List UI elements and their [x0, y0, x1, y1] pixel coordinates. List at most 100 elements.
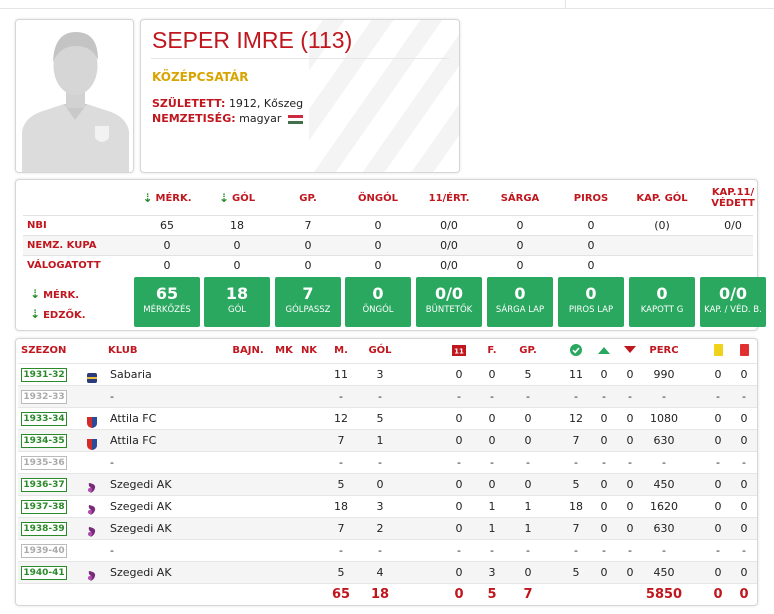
club-name[interactable]: Szegedi AK: [110, 562, 172, 584]
season-cell-r: -: [742, 544, 746, 557]
season-cell-gol: 0: [376, 478, 384, 491]
season-link[interactable]: 1934-35: [21, 434, 67, 448]
season-row: 1939-40 - - - - - - - - - - - -: [18, 539, 757, 561]
season-cell-gp: 0: [524, 412, 532, 425]
season-cell-l: 0: [626, 368, 634, 381]
season-cell-m: -: [339, 544, 343, 557]
stats-cell: 0: [304, 239, 312, 252]
stats-header-2: GP.: [270, 180, 346, 216]
club-col-header: KLUB: [108, 345, 138, 356]
stats-header-label: 11/ÉRT.: [428, 192, 470, 204]
col-header-f: F.: [487, 345, 497, 356]
club-name[interactable]: Szegedi AK: [110, 496, 172, 518]
club-crest-icon: [86, 413, 98, 428]
stats-cell: 0: [374, 259, 382, 272]
stats-cell: 0: [304, 259, 312, 272]
season-cell-f: 1: [488, 522, 496, 535]
stats-cell: 0/0: [724, 219, 742, 232]
stats-cell: 7: [304, 219, 312, 232]
season-cell-gol: 3: [376, 500, 384, 513]
season-cell-perc: 630: [653, 522, 675, 535]
stats-header-0[interactable]: ⇣ MÉRK.: [129, 180, 205, 216]
season-cell-l: 0: [626, 434, 634, 447]
seasons-table: SZEZON KLUB BAJN. MK NK M. GÓL F. GP. PERC 11 1931…: [15, 338, 758, 606]
stats-header-label: GÓL: [231, 192, 256, 204]
season-cell-gol: -: [378, 544, 382, 557]
stat-box: 0/0 BÜNTETŐK: [416, 277, 482, 327]
season-cell-d: -: [602, 456, 606, 469]
stats-header-label: KAP.11/ VÉDETT: [711, 187, 755, 209]
club-name[interactable]: Sabaria: [110, 364, 152, 386]
club-name: -: [110, 390, 114, 403]
club-crest-icon: [86, 479, 98, 493]
season-cell-w: 12: [569, 412, 583, 425]
stats-header-label: PIROS: [573, 192, 609, 204]
season-link[interactable]: 1931-32: [21, 368, 67, 382]
season-row: 1937-38 Szegedi AK 18 3 0 1 1 18 0 0 1620 0 0: [18, 495, 757, 517]
sort-by-coaches-link[interactable]: ⇣ EDZŐK.: [30, 307, 86, 321]
stat-box: 0/0 KAP. / VÉD. B.: [700, 277, 766, 327]
stats-header-1[interactable]: ⇣ GÓL: [199, 180, 275, 216]
season-cell-perc: 630: [653, 434, 675, 447]
season-link[interactable]: 1936-37: [21, 478, 67, 492]
season-cell-l: 0: [626, 500, 634, 513]
club-name[interactable]: Szegedi AK: [110, 474, 172, 496]
season-cell-w: 7: [572, 522, 580, 535]
stat-box-value: 0/0: [434, 284, 464, 303]
season-cell-y: -: [716, 456, 720, 469]
season-cell-perc: 1080: [650, 412, 678, 425]
club-name[interactable]: Attila FC: [110, 430, 156, 452]
season-cell-perc: -: [662, 390, 666, 403]
stats-cell: (0): [654, 219, 670, 232]
season-cell-w: 11: [569, 368, 583, 381]
season-cell-perc: 450: [653, 566, 675, 579]
born-label: SZÜLETETT:: [152, 97, 226, 110]
total-gp: 7: [523, 587, 533, 602]
stat-box-value: 0: [514, 284, 526, 303]
player-info-card: SEPER IMRE (113) KÖZÉPCSATÁR SZÜLETETT: …: [140, 19, 460, 173]
season-cell-m: 7: [337, 434, 345, 447]
season-link[interactable]: 1933-34: [21, 412, 67, 426]
season-cell-r: 0: [740, 500, 748, 513]
season-col-header: SZEZON: [21, 345, 67, 356]
stats-header-label: MÉRK.: [155, 192, 192, 204]
season-link[interactable]: 1940-41: [21, 566, 67, 580]
total-r: 0: [739, 587, 749, 602]
season-link: 1939-40: [21, 544, 67, 558]
stat-box-value: 0: [372, 284, 384, 303]
season-cell-r: 0: [740, 478, 748, 491]
stat-box-caption: MÉRKŐZÉS: [143, 305, 191, 315]
club-name[interactable]: Attila FC: [110, 408, 156, 430]
season-link[interactable]: 1937-38: [21, 500, 67, 514]
stat-box-value: 0: [656, 284, 668, 303]
season-cell-m: 11: [334, 368, 348, 381]
stat-box-caption: SÁRGA LAP: [495, 305, 545, 315]
hungary-flag-icon: [287, 114, 303, 124]
total-y: 0: [713, 587, 723, 602]
stat-box-value: 18: [225, 284, 249, 303]
stat-box: 65 MÉRKŐZÉS: [134, 277, 200, 327]
sort-by-matches-link[interactable]: ⇣ MÉRK.: [30, 287, 79, 301]
stats-cell: 0: [516, 219, 524, 232]
stats-cell: [632, 256, 692, 276]
stats-cell: 0: [163, 259, 171, 272]
col-header-mk: MK: [275, 345, 293, 356]
stat-box: 0 ÖNGÓL: [345, 277, 411, 327]
season-cell-gp: -: [526, 544, 530, 557]
stat-box-value: 7: [302, 284, 314, 303]
season-cell-d: 0: [600, 412, 608, 425]
stats-cell: 0: [587, 219, 595, 232]
svg-text:11: 11: [454, 347, 464, 355]
season-cell-gp: 0: [524, 566, 532, 579]
stats-cell: 0/0: [440, 219, 458, 232]
stats-cell: 0: [233, 259, 241, 272]
stats-header-label: KAP. GÓL: [636, 192, 688, 204]
club-crest-icon: [86, 523, 98, 537]
stat-box: 0 SÁRGA LAP: [487, 277, 553, 327]
season-link[interactable]: 1938-39: [21, 522, 67, 536]
season-cell-perc: 990: [653, 368, 675, 381]
stats-header-8: KAP.11/ VÉDETT: [695, 180, 771, 216]
season-cell-perc: -: [662, 544, 666, 557]
stats-header-3: ÖNGÓL: [340, 180, 416, 216]
club-name[interactable]: Szegedi AK: [110, 518, 172, 540]
